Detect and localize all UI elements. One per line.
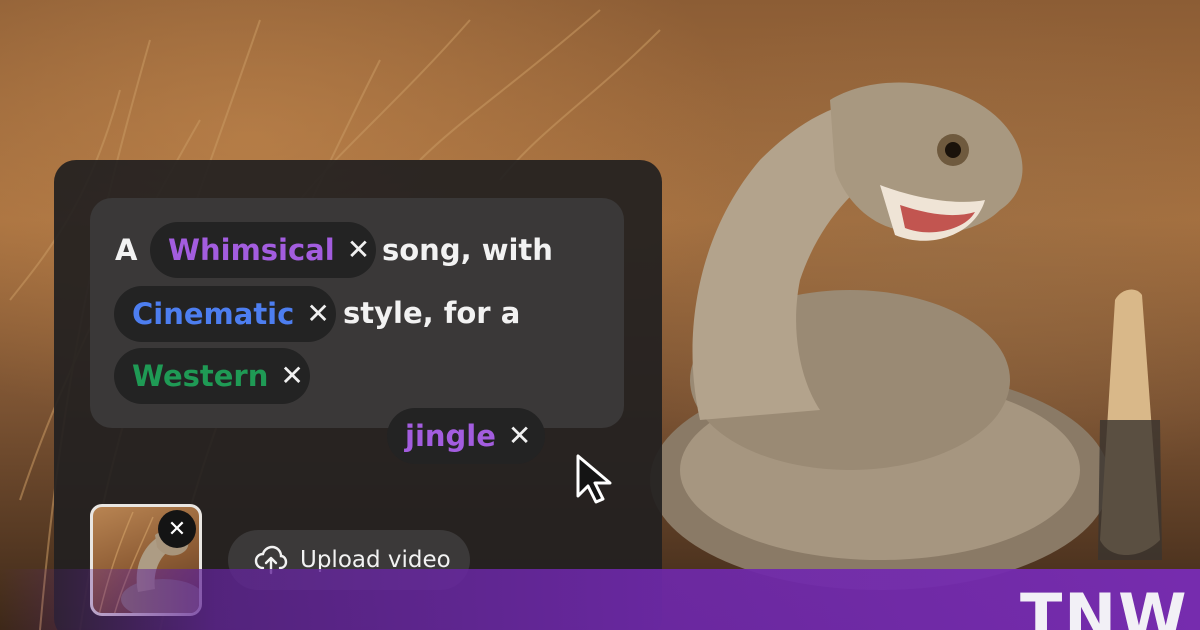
close-icon[interactable]: ✕ bbox=[306, 300, 329, 328]
chip-cinematic[interactable]: Cinematic ✕ bbox=[114, 286, 336, 342]
chip-whimsical-label: Whimsical bbox=[168, 233, 335, 267]
mouse-pointer-icon bbox=[576, 454, 612, 504]
chip-whimsical[interactable]: Whimsical ✕ bbox=[150, 222, 376, 278]
chip-jingle-dragging[interactable]: jingle ✕ bbox=[387, 408, 545, 464]
prompt-text-a: A bbox=[115, 233, 138, 267]
chip-cinematic-label: Cinematic bbox=[132, 297, 295, 331]
tnw-logo[interactable]: TNW bbox=[1020, 586, 1189, 630]
prompt-text-style-for-a: style, for a bbox=[343, 296, 521, 330]
prompt-text-song-with: song, with bbox=[382, 233, 553, 267]
close-icon[interactable]: ✕ bbox=[347, 236, 370, 264]
chip-western[interactable]: Western ✕ bbox=[114, 348, 310, 404]
close-icon[interactable]: ✕ bbox=[280, 362, 303, 390]
remove-video-button[interactable]: ✕ bbox=[158, 510, 196, 548]
chip-western-label: Western bbox=[132, 359, 269, 393]
close-icon[interactable]: ✕ bbox=[508, 422, 531, 450]
chip-jingle-label: jingle bbox=[405, 419, 496, 453]
